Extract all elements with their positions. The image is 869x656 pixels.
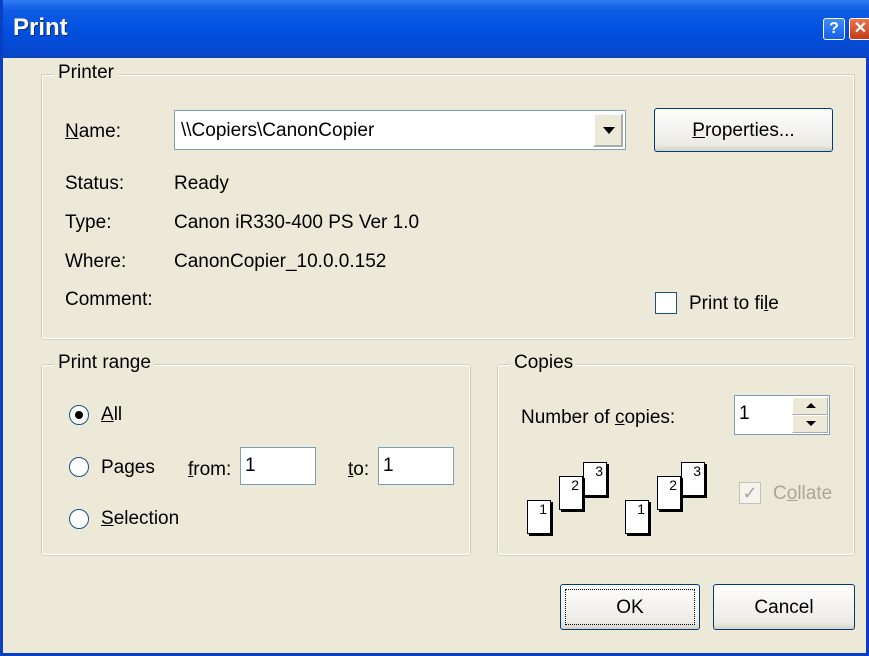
collate-label: Collate [773,483,833,504]
to-label: to: [348,459,370,480]
from-label: from: [188,459,232,480]
properties-button[interactable]: Properties... [654,108,833,152]
number-of-copies-value: 1 [739,403,750,424]
cancel-button-label: Cancel [754,597,814,618]
dialog-title: Print [13,14,68,41]
collate-page-3: 3 [681,462,705,496]
print-range-selection-radio[interactable] [69,509,89,529]
print-range-all-label[interactable]: All [101,404,122,426]
status-value: Ready [174,173,229,194]
print-range-pages-label[interactable]: Pages [101,457,155,479]
from-page-value: 1 [245,455,256,476]
spin-down-icon[interactable] [792,415,828,433]
print-to-file-checkbox[interactable] [655,292,677,314]
copies-group-label: Copies [510,352,578,374]
collate-page-1: 1 [625,500,649,534]
copies-spinner[interactable] [792,397,828,433]
printer-name-select[interactable]: \\Copiers\CanonCopier [174,110,626,150]
printer-group-label: Printer [54,62,118,84]
collate-page-2: 2 [559,476,583,510]
to-page-input[interactable]: 1 [378,447,454,485]
status-label: Status: [65,173,125,194]
to-page-value: 1 [383,455,394,476]
collate-illustration-2: 3 2 1 [623,462,713,538]
type-value: Canon iR330-400 PS Ver 1.0 [174,212,420,233]
printer-name-value: \\Copiers\CanonCopier [181,120,375,141]
ok-button-label: OK [616,597,644,618]
title-bar[interactable]: Print ? ✕ [3,0,869,58]
print-range-selection-label[interactable]: Selection [101,508,179,530]
number-of-copies-label: Number of copies: [521,407,676,428]
number-of-copies-stepper[interactable]: 1 [734,395,830,435]
print-dialog: Print ? ✕ Printer Name: \\Copiers\CanonC… [0,0,869,656]
collate-illustration-1: 3 2 1 [525,462,615,538]
print-range-group-label: Print range [54,352,155,374]
where-label: Where: [65,251,127,272]
print-range-all-radio[interactable] [69,405,89,425]
type-label: Type: [65,212,112,233]
help-icon[interactable]: ? [823,18,845,40]
name-label: Name: [65,121,121,142]
properties-button-label: Properties... [692,120,795,141]
collate-checkbox[interactable]: ✓ [739,482,761,504]
where-value: CanonCopier_10.0.0.152 [174,251,387,272]
spin-up-icon[interactable] [792,397,828,415]
chevron-down-icon[interactable] [593,113,623,147]
collate-page-2: 2 [657,476,681,510]
collate-page-3: 3 [583,462,607,496]
ok-button[interactable]: OK [560,584,700,630]
comment-label: Comment: [65,289,153,310]
print-range-pages-radio[interactable] [69,457,89,477]
from-page-input[interactable]: 1 [240,447,316,485]
collate-page-1: 1 [527,500,551,534]
print-to-file-label[interactable]: Print to file [689,293,779,315]
cancel-button[interactable]: Cancel [713,584,855,630]
close-icon[interactable]: ✕ [849,18,869,40]
